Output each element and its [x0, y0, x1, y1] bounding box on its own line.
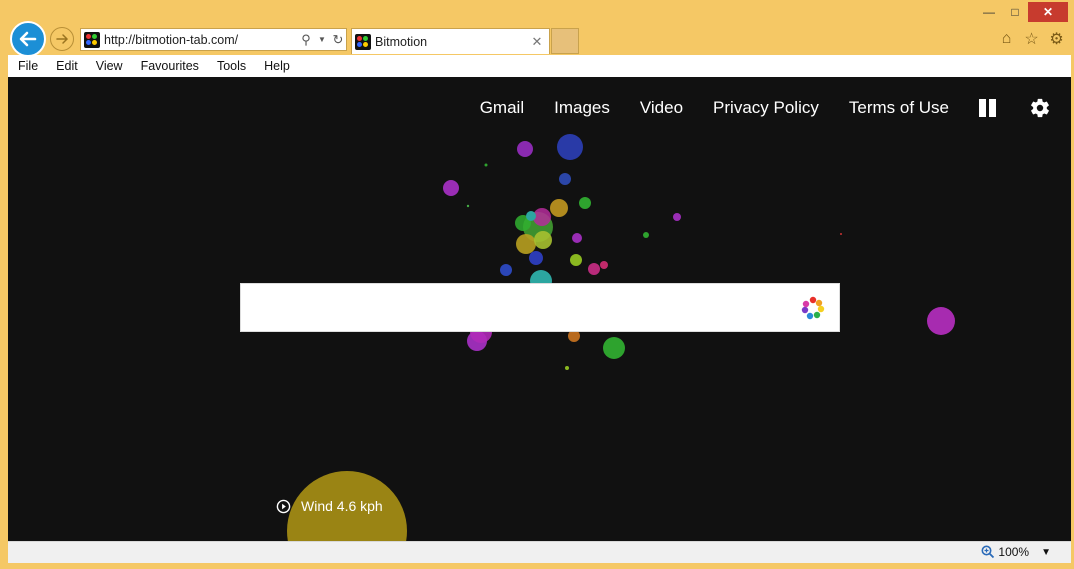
- menu-help[interactable]: Help: [254, 59, 298, 73]
- bubble: [557, 134, 583, 160]
- minimize-button[interactable]: —: [976, 2, 1002, 22]
- search-box: [240, 283, 840, 332]
- bubble: [588, 263, 600, 275]
- menu-file[interactable]: File: [8, 59, 46, 73]
- settings-gear-icon[interactable]: [1029, 97, 1051, 119]
- bubble: [529, 251, 543, 265]
- top-navigation: Gmail Images Video Privacy Policy Terms …: [480, 97, 1071, 119]
- status-bar: 100% ▼: [8, 541, 1071, 563]
- menu-tools[interactable]: Tools: [207, 59, 254, 73]
- forward-button[interactable]: [50, 27, 74, 51]
- tab-bitmotion[interactable]: Bitmotion ✕: [351, 28, 550, 54]
- bubble: [550, 199, 568, 217]
- bubble: [579, 197, 591, 209]
- bubble: [570, 254, 582, 266]
- menu-favourites[interactable]: Favourites: [131, 59, 207, 73]
- bubble: [565, 366, 569, 370]
- address-bar[interactable]: http://bitmotion-tab.com/ ⚲ ▼ ↻: [80, 28, 347, 51]
- menu-view[interactable]: View: [86, 59, 131, 73]
- menu-bar: File Edit View Favourites Tools Help: [8, 55, 1071, 77]
- wind-text: Wind 4.6 kph: [301, 498, 383, 514]
- nav-images[interactable]: Images: [554, 98, 610, 118]
- bubble: [559, 173, 571, 185]
- chevron-down-icon[interactable]: ▼: [314, 31, 330, 49]
- nav-gmail[interactable]: Gmail: [480, 98, 524, 118]
- arrow-right-icon: [56, 34, 69, 44]
- wind-indicator: Wind 4.6 kph: [276, 498, 383, 514]
- bitmotion-logo-icon[interactable]: [801, 296, 825, 320]
- close-window-button[interactable]: ✕: [1028, 2, 1068, 22]
- refresh-icon[interactable]: ↻: [330, 31, 346, 49]
- tab-favicon: [355, 33, 371, 50]
- bubble: [840, 233, 842, 235]
- zoom-level: 100%: [998, 545, 1030, 559]
- bubble: [643, 232, 649, 238]
- zoom-control[interactable]: 100% ▼: [981, 545, 1051, 559]
- home-icon[interactable]: ⌂: [997, 29, 1016, 48]
- arrow-left-icon: [19, 31, 37, 47]
- browser-toolbar-icons: ⌂ ☆ ⚙: [997, 29, 1066, 48]
- gear-icon[interactable]: ⚙: [1047, 29, 1066, 48]
- bubble: [600, 261, 608, 269]
- nav-video[interactable]: Video: [640, 98, 683, 118]
- bubble: [484, 163, 488, 167]
- nav-terms-of-use[interactable]: Terms of Use: [849, 98, 949, 118]
- new-tab-button[interactable]: [551, 28, 579, 54]
- play-circle-icon[interactable]: [276, 499, 291, 514]
- bubble: [516, 234, 536, 254]
- chevron-down-icon[interactable]: ▼: [1041, 547, 1051, 558]
- bubble: [526, 211, 536, 221]
- bubble: [517, 141, 533, 157]
- pause-icon[interactable]: [979, 99, 997, 117]
- browser-window: — □ ✕ http://bitmotion-tab.com/ ⚲ ▼ ↻ Bi…: [0, 0, 1074, 569]
- search-input[interactable]: [241, 284, 839, 331]
- bubble: [603, 337, 625, 359]
- close-tab-icon[interactable]: ✕: [529, 34, 545, 50]
- maximize-button[interactable]: □: [1002, 2, 1028, 22]
- url-text[interactable]: http://bitmotion-tab.com/: [104, 33, 298, 47]
- bubble: [466, 204, 470, 208]
- page-viewport: Gmail Images Video Privacy Policy Terms …: [8, 77, 1071, 541]
- window-controls: — □ ✕: [976, 2, 1068, 22]
- zoom-icon: [981, 545, 995, 559]
- bubble: [572, 233, 582, 243]
- bubble: [534, 231, 552, 249]
- star-icon[interactable]: ☆: [1022, 29, 1041, 48]
- bubble: [500, 264, 512, 276]
- bubble: [443, 180, 459, 196]
- nav-privacy-policy[interactable]: Privacy Policy: [713, 98, 819, 118]
- search-icon[interactable]: ⚲: [298, 31, 314, 49]
- back-button[interactable]: [10, 21, 46, 57]
- bubble: [673, 213, 681, 221]
- site-favicon: [84, 31, 100, 48]
- bubble: [927, 307, 955, 335]
- menu-edit[interactable]: Edit: [46, 59, 86, 73]
- tab-title: Bitmotion: [375, 34, 428, 49]
